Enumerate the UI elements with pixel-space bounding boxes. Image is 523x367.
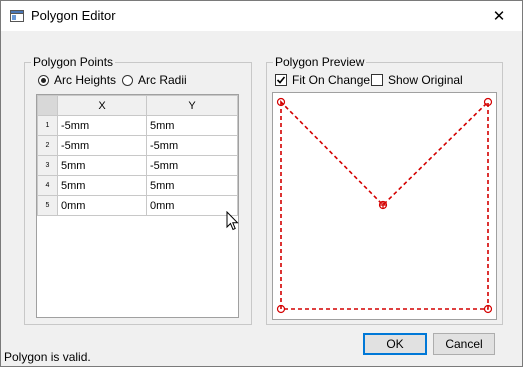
arc-radii-radio-button[interactable] [122, 74, 133, 86]
polygon-points-title: Polygon Points [31, 55, 116, 69]
arc-radii-radio[interactable]: Arc Radii [122, 73, 187, 87]
cell-x[interactable]: 5mm [57, 175, 147, 196]
show-original-label: Show Original [388, 73, 463, 87]
close-icon: ✕ [492, 8, 506, 25]
cell-x[interactable]: -5mm [57, 135, 147, 156]
cell-x[interactable]: -5mm [57, 115, 147, 136]
arc-heights-label: Arc Heights [54, 73, 117, 87]
cell-y[interactable]: -5mm [146, 155, 238, 176]
show-original-checkbox[interactable]: Show Original [371, 73, 463, 87]
polygon-editor-window: Polygon Editor ✕ Polygon Points Arc Heig… [0, 0, 523, 367]
window-title: Polygon Editor [31, 8, 116, 23]
checkmark-icon [276, 76, 286, 84]
show-original-box[interactable] [371, 74, 383, 86]
cell-x[interactable]: 0mm [57, 195, 147, 216]
status-text: Polygon is valid. [4, 350, 91, 364]
polygon-preview-title: Polygon Preview [273, 55, 367, 69]
arc-heights-radio-button[interactable] [38, 74, 49, 86]
fit-on-change-checkbox[interactable]: Fit On Change [275, 73, 370, 87]
grid-header-row: X Y [37, 95, 238, 116]
fit-on-change-label: Fit On Change [292, 73, 371, 87]
cell-y[interactable]: 0mm [146, 195, 238, 216]
table-row: 1 -5mm 5mm [37, 115, 238, 136]
grid-corner [37, 95, 58, 116]
mouse-cursor-icon [226, 211, 239, 231]
table-row: 4 5mm 5mm [37, 175, 238, 196]
ok-button[interactable]: OK [363, 333, 427, 355]
column-header-y[interactable]: Y [146, 95, 238, 116]
cancel-button[interactable]: Cancel [433, 333, 495, 355]
table-row: 3 5mm -5mm [37, 155, 238, 176]
arc-radii-label: Arc Radii [138, 73, 187, 87]
cell-y[interactable]: 5mm [146, 115, 238, 136]
points-grid[interactable]: X Y 1 -5mm 5mm 2 -5mm -5mm 3 5mm -5mm 4 … [36, 94, 239, 318]
app-icon [10, 10, 24, 22]
polygon-preview-drawing [276, 97, 493, 314]
fit-on-change-box[interactable] [275, 74, 287, 86]
row-header[interactable]: 3 [37, 155, 58, 176]
cell-y[interactable]: -5mm [146, 135, 238, 156]
title-bar: Polygon Editor ✕ [1, 1, 522, 31]
row-header[interactable]: 4 [37, 175, 58, 196]
cell-y[interactable]: 5mm [146, 175, 238, 196]
polygon-preview-canvas [272, 92, 497, 320]
cell-x[interactable]: 5mm [57, 155, 147, 176]
close-button[interactable]: ✕ [476, 1, 522, 31]
row-header[interactable]: 2 [37, 135, 58, 156]
table-row: 5 0mm 0mm [37, 195, 238, 216]
table-row: 2 -5mm -5mm [37, 135, 238, 156]
column-header-x[interactable]: X [57, 95, 147, 116]
row-header[interactable]: 1 [37, 115, 58, 136]
arc-heights-radio[interactable]: Arc Heights [38, 73, 116, 87]
row-header[interactable]: 5 [37, 195, 58, 216]
